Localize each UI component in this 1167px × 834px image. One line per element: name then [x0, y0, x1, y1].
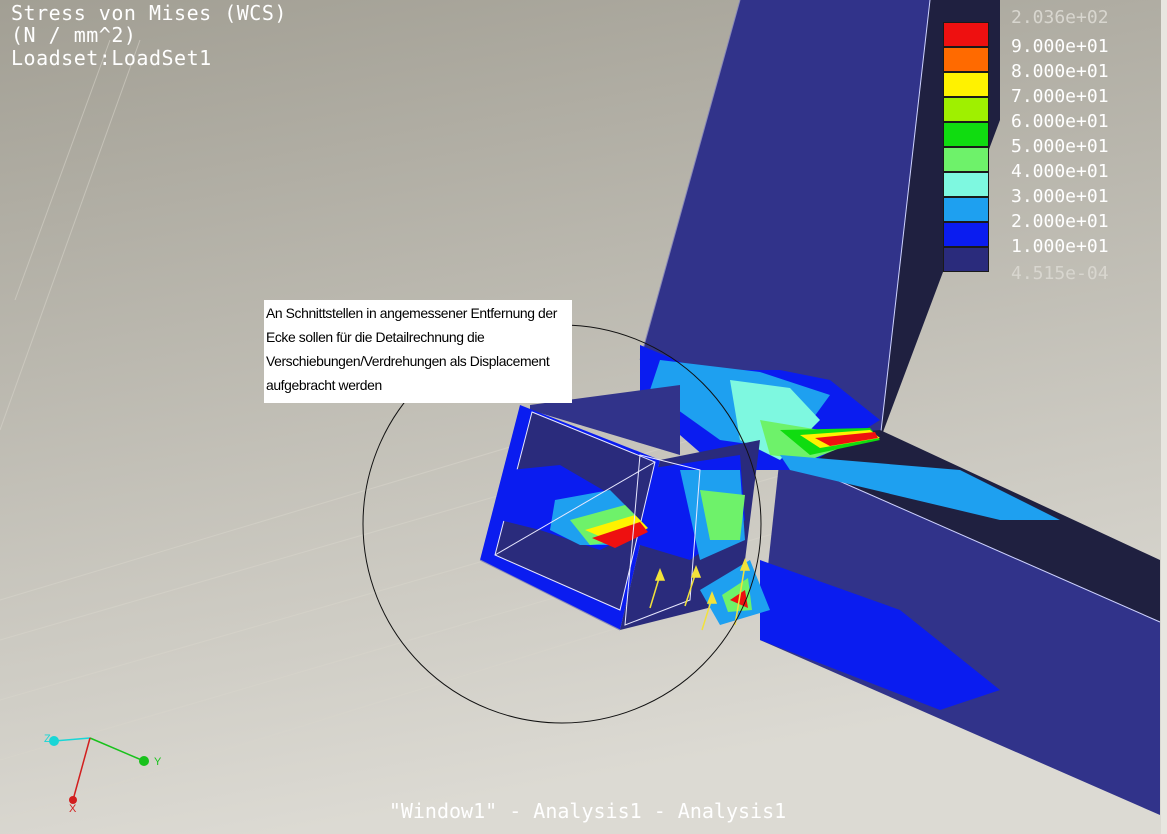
legend-swatch	[943, 247, 989, 272]
legend-band: 1.000e+01	[943, 222, 1163, 257]
window-border	[1161, 0, 1167, 834]
legend-swatch	[943, 47, 989, 72]
legend-swatch	[943, 72, 989, 97]
annotation-line: aufgebracht werden	[266, 377, 382, 393]
result-title: Stress von Mises (WCS)	[11, 1, 287, 25]
triad-z-label: Z	[44, 733, 51, 745]
legend-swatch	[943, 122, 989, 147]
legend-band: 9.000e+01	[943, 22, 1163, 57]
legend-min-label: 4.515e-04	[1011, 263, 1109, 284]
legend-band: 6.000e+01	[943, 97, 1163, 132]
annotation-line: Ecke sollen für die Detailrechnung die	[266, 329, 485, 345]
legend-swatch	[943, 172, 989, 197]
legend-band: 3.000e+01	[943, 172, 1163, 207]
legend-band: 4.000e+01	[943, 147, 1163, 182]
result-units: (N / mm^2)	[11, 23, 137, 47]
legend-swatch	[943, 147, 989, 172]
legend-swatch	[943, 222, 989, 247]
legend-band: 2.000e+01	[943, 197, 1163, 232]
triad-y-label: Y	[154, 756, 162, 768]
legend-band: 7.000e+01	[943, 72, 1163, 107]
legend-swatch	[943, 97, 989, 122]
annotation-note[interactable]: An Schnittstellen in angemessener Entfer…	[264, 300, 572, 403]
legend-swatch	[943, 197, 989, 222]
legend-swatch	[943, 22, 989, 47]
annotation-line: An Schnittstellen in angemessener Entfer…	[266, 305, 557, 321]
window-footer-label: "Window1" - Analysis1 - Analysis1	[388, 799, 787, 823]
annotation-line: Verschiebungen/Verdrehungen als Displace…	[266, 353, 550, 369]
legend-band: 8.000e+01	[943, 47, 1163, 82]
legend-band: 5.000e+01	[943, 122, 1163, 157]
loadset-label: Loadset:LoadSet1	[11, 46, 212, 70]
